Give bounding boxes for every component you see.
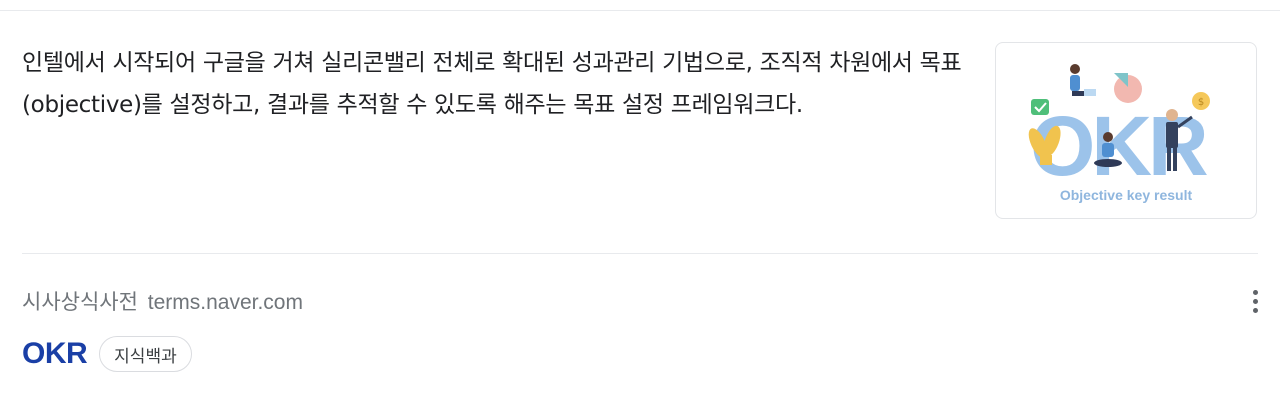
source-domain: terms.naver.com (147, 291, 303, 314)
result-description: 인텔에서 시작되어 구글을 거쳐 실리콘밸리 전체로 확대된 성과관리 기법으로… (22, 50, 962, 118)
pie-chart-icon (1114, 73, 1142, 103)
more-options-button[interactable] (1240, 286, 1270, 316)
result-title-row: OKR 지식백과 (22, 336, 192, 372)
check-icon (1031, 99, 1049, 115)
category-tag[interactable]: 지식백과 (99, 336, 192, 372)
result-thumbnail[interactable]: OKR $ Objective key result (995, 42, 1257, 219)
source-site-name: 시사상식사전 (22, 290, 138, 314)
result-source[interactable]: 시사상식사전 terms.naver.com (22, 286, 303, 316)
svg-text:$: $ (1198, 97, 1204, 108)
thumbnail-caption: Objective key result (1060, 187, 1193, 203)
person-sitting-icon (1070, 64, 1096, 96)
result-title-link[interactable]: OKR (22, 337, 88, 371)
top-divider (0, 10, 1280, 11)
more-vertical-icon (1252, 289, 1258, 295)
coin-icon: $ (1192, 92, 1210, 110)
section-divider (22, 253, 1258, 254)
okr-illustration: OKR $ Objective key result (1028, 64, 1211, 203)
